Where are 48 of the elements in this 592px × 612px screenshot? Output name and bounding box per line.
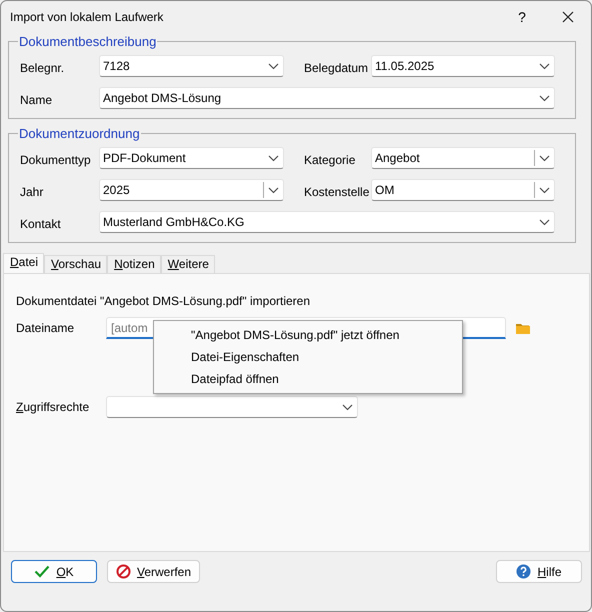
field-label: Zugriffsrechte	[16, 400, 90, 414]
window-title: Import von lokalem Laufwerk	[10, 10, 164, 24]
menu-item[interactable]: "Angebot DMS-Lösung.pdf" jetzt öffnen	[154, 324, 462, 346]
field-label: Kontakt	[20, 216, 62, 231]
folder-icon[interactable]	[516, 322, 530, 334]
chevron-down-icon	[268, 186, 279, 194]
chevron-down-icon	[538, 94, 550, 102]
chevron-down-icon	[538, 62, 550, 70]
dialog-button[interactable]: Hilfe	[496, 560, 582, 583]
chevron-down-icon	[539, 154, 550, 162]
chevron-down-icon	[268, 154, 278, 162]
combo-box[interactable]	[106, 396, 358, 418]
combo-box[interactable]: OM	[371, 179, 555, 201]
chevron-down-icon	[539, 186, 550, 194]
tab[interactable]: Notizen	[107, 255, 161, 273]
help-icon	[516, 564, 532, 579]
check-icon	[34, 565, 50, 578]
combo-box[interactable]: PDF-Dokument	[99, 147, 284, 169]
tab[interactable]: Vorschau	[44, 255, 108, 273]
chevron-down-icon	[342, 404, 352, 410]
menu-item[interactable]: Dateipfad öffnen	[154, 368, 462, 390]
group-title: Dokumentzuordnung	[18, 126, 141, 141]
prohibited-icon	[116, 564, 131, 579]
field-label: Kategorie	[304, 152, 356, 167]
field-label: Belegdatum	[304, 60, 370, 75]
combo-box[interactable]: Musterland GmbH&Co.KG	[99, 211, 555, 233]
combo-box[interactable]: Angebot	[371, 147, 555, 169]
field-label: Name	[20, 92, 54, 107]
field-label: Jahr	[20, 184, 44, 199]
field-label: Kostenstelle	[304, 184, 370, 199]
tab[interactable]: Weitere	[160, 255, 215, 273]
combo-box[interactable]: 7128	[99, 55, 284, 77]
chevron-down-icon	[268, 62, 278, 70]
import-text: Dokumentdatei "Angebot DMS-Lösung.pdf" importieren	[16, 294, 312, 308]
dialog-button[interactable]: Verwerfen	[107, 560, 200, 583]
menu-item[interactable]: Datei-Eigenschaften	[154, 346, 462, 368]
combo-box[interactable]: Angebot DMS-Lösung	[99, 87, 555, 109]
field-label: Dokumenttyp	[20, 152, 92, 167]
combo-box[interactable]: 2025	[99, 179, 284, 201]
chevron-down-icon	[538, 218, 550, 226]
field-label: Dateiname	[16, 321, 76, 335]
group-title: Dokumentbeschreibung	[18, 34, 158, 49]
combo-box[interactable]: 11.05.2025	[371, 55, 555, 77]
tab[interactable]: Datei	[3, 253, 44, 273]
close-icon[interactable]	[562, 10, 574, 22]
dialog-button[interactable]: OK	[11, 560, 97, 583]
help-button[interactable]: ?	[499, 8, 545, 24]
field-label: Belegnr.	[20, 60, 66, 75]
